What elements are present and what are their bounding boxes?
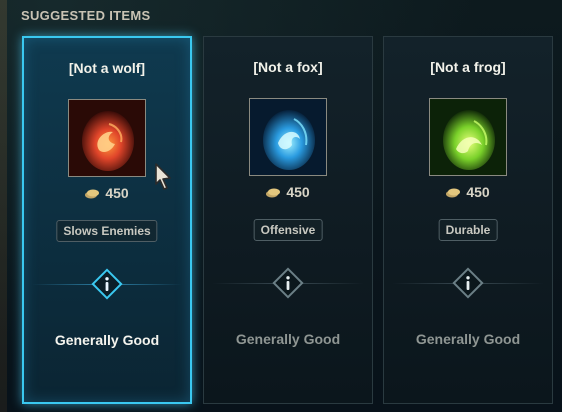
item-name: [Not a fox] — [253, 59, 323, 75]
info-icon[interactable] — [271, 266, 305, 300]
item-tag: Offensive — [253, 219, 323, 241]
item-card-fox[interactable]: [Not a fox] 450 Offensive Generally Good — [203, 36, 373, 404]
info-icon[interactable] — [90, 267, 124, 301]
item-tag: Slows Enemies — [56, 220, 158, 242]
section-title: SUGGESTED ITEMS — [21, 8, 151, 23]
blue-water-egg-icon[interactable] — [249, 98, 327, 176]
info-icon[interactable] — [451, 266, 485, 300]
mouse-cursor-icon — [155, 163, 171, 190]
price: 450 — [204, 184, 372, 200]
green-leaf-egg-icon[interactable] — [429, 98, 507, 176]
item-tag: Durable — [438, 219, 498, 241]
item-card-frog[interactable]: [Not a frog] 450 Durable Generally Good — [383, 36, 553, 404]
price-value: 450 — [105, 185, 129, 201]
item-name: [Not a frog] — [430, 59, 506, 75]
item-name: [Not a wolf] — [68, 60, 146, 76]
red-ember-egg-icon[interactable] — [68, 99, 146, 177]
price-value: 450 — [466, 184, 490, 200]
left-frame-border — [0, 0, 7, 412]
verdict-label: Generally Good — [54, 332, 160, 348]
gold-coin-icon — [266, 188, 281, 198]
verdict-label: Generally Good — [235, 331, 341, 347]
gold-coin-icon — [85, 189, 100, 199]
verdict-label: Generally Good — [415, 331, 521, 347]
price: 450 — [384, 184, 552, 200]
gold-coin-icon — [446, 188, 461, 198]
item-card-wolf[interactable]: [Not a wolf] 450 Slows Enemies Generally… — [22, 36, 192, 404]
price-value: 450 — [286, 184, 310, 200]
